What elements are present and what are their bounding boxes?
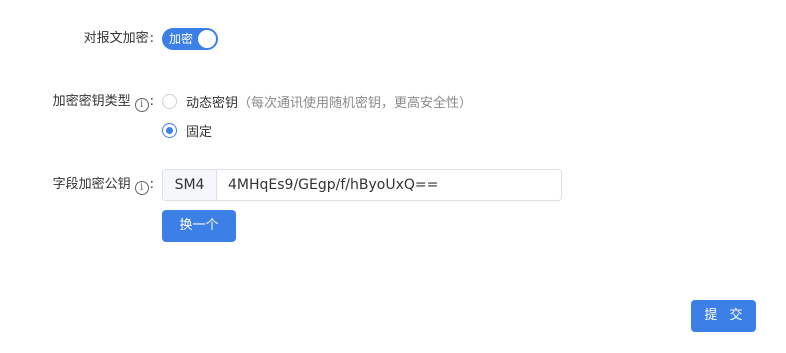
key-type-label-text: 加密密钥类型: [52, 94, 131, 109]
label-colon: :: [149, 31, 154, 46]
public-key-input[interactable]: [217, 170, 561, 200]
encrypt-toggle-text: 加密: [169, 32, 194, 46]
radio-dynamic-key[interactable]: 动态密钥 （每次通讯使用随机密钥，更高安全性）: [162, 92, 472, 111]
encrypt-message-label: 对报文加密:: [84, 29, 154, 49]
public-key-label-text: 字段加密公钥: [52, 177, 131, 192]
info-circle-icon[interactable]: i: [134, 181, 149, 195]
encrypt-message-label-text: 对报文加密: [83, 31, 149, 46]
label-colon: :: [149, 177, 154, 192]
radio-fixed-key[interactable]: 固定: [162, 121, 212, 140]
encrypt-toggle[interactable]: 加密: [162, 28, 218, 50]
toggle-knob: [198, 30, 216, 48]
info-circle-icon[interactable]: i: [134, 98, 149, 112]
radio-dynamic-key-label: 动态密钥: [186, 96, 239, 111]
radio-fixed-key-label: 固定: [186, 125, 213, 140]
radio-fixed-key-circle[interactable]: [162, 123, 177, 138]
label-colon: :: [149, 94, 154, 109]
key-type-label: 加密密钥类型 i:: [53, 92, 154, 112]
radio-dynamic-key-circle[interactable]: [162, 94, 177, 109]
radio-dynamic-key-hint: （每次通讯使用随机密钥，更高安全性）: [238, 96, 473, 111]
key-algorithm-prefix: SM4: [163, 170, 217, 200]
public-key-label: 字段加密公钥 i:: [53, 175, 154, 195]
public-key-input-group: SM4: [162, 169, 562, 201]
change-key-button[interactable]: 换一个: [162, 210, 236, 242]
submit-button[interactable]: 提 交: [691, 300, 756, 332]
